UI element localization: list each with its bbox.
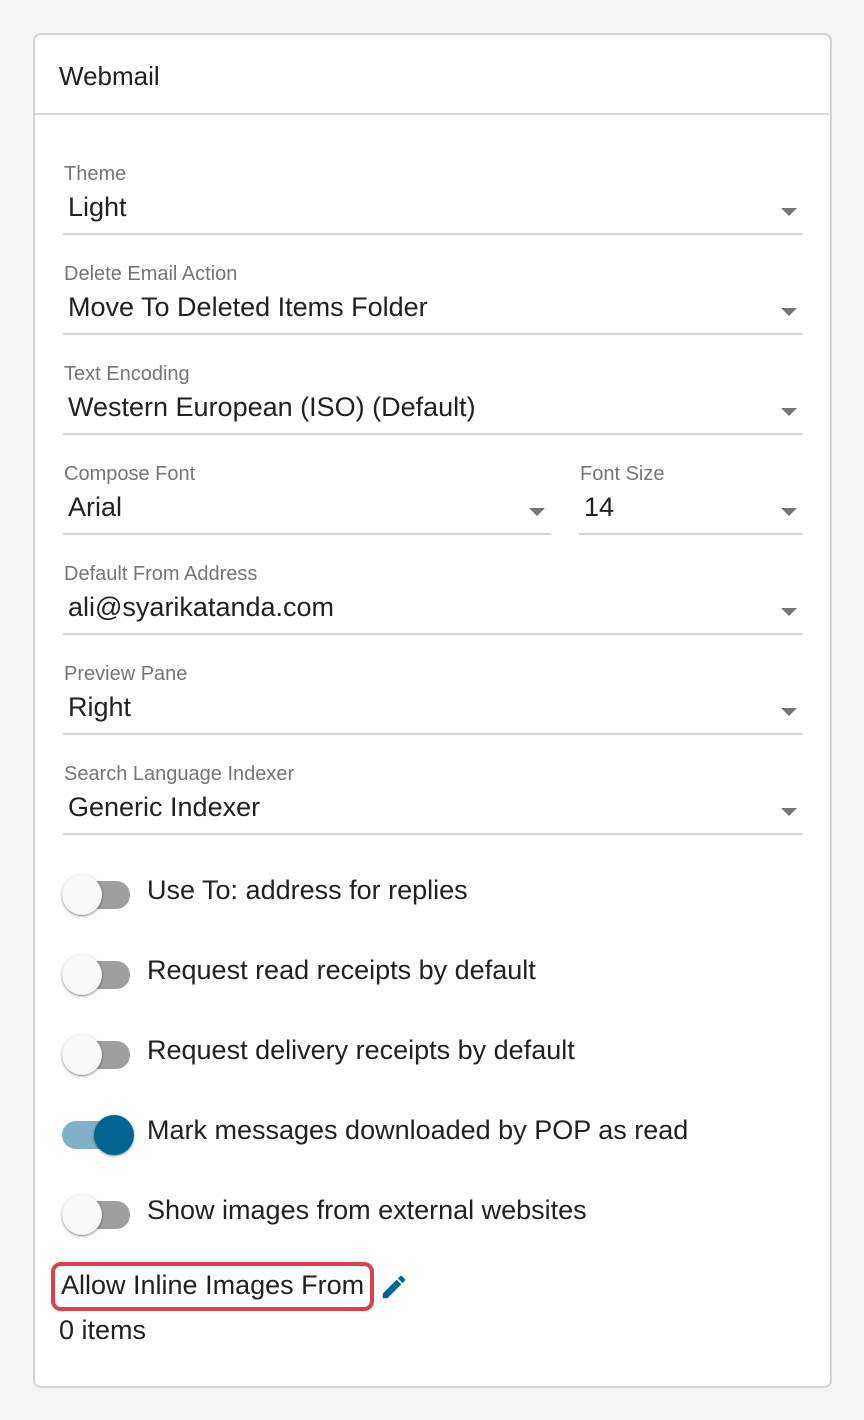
card-title: Webmail — [35, 35, 830, 115]
preview-pane-value: Right — [68, 692, 132, 722]
toggle-row-read-receipts: Request read receipts by default — [59, 947, 799, 995]
external-images-label: Show images from external websites — [147, 1195, 587, 1225]
toggle-row-external-images: Show images from external websites — [59, 1187, 799, 1235]
toggle-row-use-to-address: Use To: address for replies — [59, 867, 799, 915]
preview-pane-label: Preview Pane — [64, 663, 188, 685]
search-indexer-select[interactable]: Search Language Indexer Generic Indexer — [63, 751, 803, 835]
switch-knob — [62, 1035, 102, 1075]
theme-label: Theme — [64, 163, 127, 185]
inline-images-count: 0 items — [59, 1315, 147, 1345]
switch-knob — [94, 1115, 134, 1155]
caret-down-icon — [781, 408, 797, 416]
search-indexer-label: Search Language Indexer — [64, 763, 295, 785]
theme-value: Light — [68, 192, 127, 222]
caret-down-icon — [529, 508, 545, 516]
use-to-address-switch[interactable] — [62, 871, 130, 915]
text-encoding-label: Text Encoding — [64, 363, 190, 385]
from-address-label: Default From Address — [64, 563, 258, 585]
caret-down-icon — [781, 608, 797, 616]
theme-select[interactable]: Theme Light — [63, 151, 803, 235]
caret-down-icon — [781, 208, 797, 216]
delete-action-label: Delete Email Action — [64, 263, 238, 285]
pencil-icon[interactable] — [379, 1272, 409, 1302]
switch-knob — [62, 955, 102, 995]
external-images-switch[interactable] — [62, 1191, 130, 1235]
caret-down-icon — [781, 508, 797, 516]
pop-mark-read-label: Mark messages downloaded by POP as read — [147, 1115, 689, 1145]
compose-font-value: Arial — [68, 492, 123, 522]
delete-action-select[interactable]: Delete Email Action Move To Deleted Item… — [63, 251, 803, 335]
toggle-row-delivery-receipts: Request delivery receipts by default — [59, 1027, 799, 1075]
font-size-label: Font Size — [580, 463, 665, 485]
switch-knob — [62, 1195, 102, 1235]
use-to-address-label: Use To: address for replies — [147, 875, 468, 905]
pop-mark-read-switch[interactable] — [62, 1111, 134, 1155]
text-encoding-select[interactable]: Text Encoding Western European (ISO) (De… — [63, 351, 803, 435]
delete-action-value: Move To Deleted Items Folder — [68, 292, 428, 322]
switch-knob — [62, 875, 102, 915]
text-encoding-value: Western European (ISO) (Default) — [68, 392, 476, 422]
toggle-row-pop-read: Mark messages downloaded by POP as read — [59, 1107, 799, 1155]
search-indexer-value: Generic Indexer — [68, 792, 261, 822]
from-address-value: ali@syarikatanda.com — [68, 592, 335, 622]
allow-inline-images-label: Allow Inline Images From — [51, 1262, 375, 1311]
caret-down-icon — [781, 708, 797, 716]
from-address-select[interactable]: Default From Address ali@syarikatanda.co… — [63, 551, 803, 635]
delivery-receipts-switch[interactable] — [62, 1031, 130, 1075]
compose-font-select[interactable]: Compose Font Arial — [63, 451, 551, 535]
delivery-receipts-label: Request delivery receipts by default — [147, 1035, 575, 1065]
preview-pane-select[interactable]: Preview Pane Right — [63, 651, 803, 735]
read-receipts-switch[interactable] — [62, 951, 130, 995]
compose-font-label: Compose Font — [64, 463, 196, 485]
webmail-settings-card: Webmail Theme Light Delete Email Action … — [33, 33, 832, 1388]
font-size-select[interactable]: Font Size 14 — [579, 451, 803, 535]
font-size-value: 14 — [584, 492, 615, 522]
caret-down-icon — [781, 308, 797, 316]
read-receipts-label: Request read receipts by default — [147, 955, 536, 985]
caret-down-icon — [781, 808, 797, 816]
